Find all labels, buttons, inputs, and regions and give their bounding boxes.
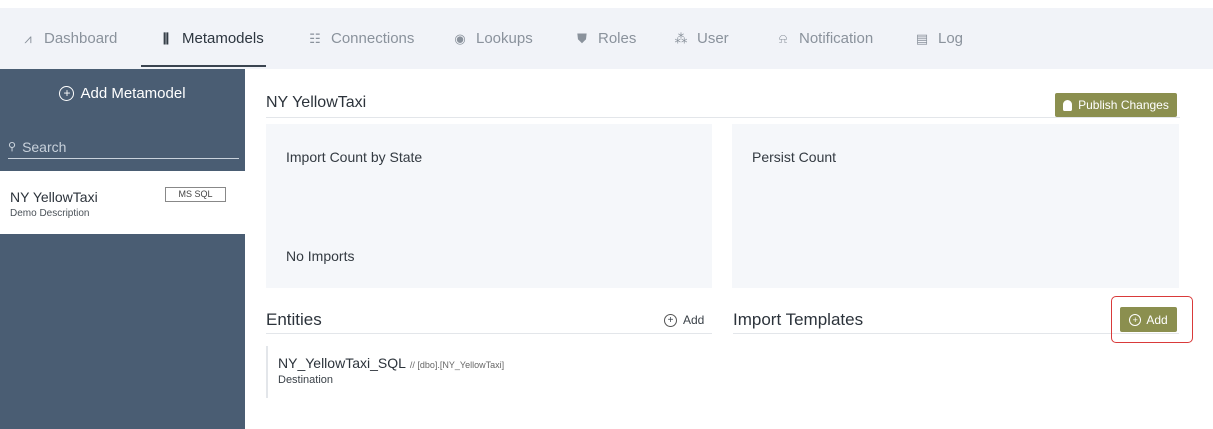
nav-item-label: Roles (598, 30, 637, 47)
nav-item-user[interactable]: ⁂ User (673, 8, 729, 69)
page-title: NY YellowTaxi (266, 94, 367, 111)
document-icon: ▤ (915, 30, 929, 46)
metamodel-name: NY YellowTaxi (10, 189, 98, 205)
add-entity-label: Add (683, 313, 705, 327)
users-icon: ⁂ (674, 30, 688, 46)
add-metamodel-label: Add Metamodel (80, 85, 186, 102)
lightbulb-icon (1063, 99, 1073, 111)
panel-title: Persist Count (752, 149, 837, 165)
search-box: ⚲ (8, 135, 239, 159)
chart-icon: ⩘ (24, 30, 32, 46)
nav-item-label: Connections (331, 30, 415, 47)
nav-item-metamodels[interactable]: ⫼ Metamodels (158, 8, 264, 69)
add-import-template-label: Add (1146, 312, 1168, 327)
import-templates-heading: Import Templates (733, 310, 864, 329)
plus-circle-icon: + (664, 313, 677, 327)
panel-title: Import Count by State (286, 149, 423, 165)
nav-item-label: Notification (799, 30, 874, 47)
nav-item-label: User (697, 30, 729, 47)
nav-item-roles[interactable]: ⛊ Roles (574, 8, 636, 69)
nav-item-label: Dashboard (44, 30, 118, 47)
nav-item-label: Metamodels (182, 30, 264, 47)
entity-path: // [dbo].[NY_YellowTaxi] (409, 360, 505, 370)
entity-name: NY_YellowTaxi_SQL (278, 355, 406, 371)
entities-heading: Entities (266, 310, 322, 329)
publish-changes-button[interactable]: Publish Changes (1055, 93, 1177, 117)
nav-item-connections[interactable]: ☷ Connections (307, 8, 414, 69)
add-entity-button[interactable]: + Add (664, 313, 704, 327)
entity-type: Destination (278, 374, 334, 386)
publish-label: Publish Changes (1078, 98, 1169, 112)
plus-circle-icon: + (1129, 313, 1142, 326)
top-navigation: ⩘ Dashboard ⫼ Metamodels ☷ Connections ◉… (0, 8, 1213, 69)
plus-circle-icon: + (59, 86, 75, 101)
empty-state-text: No Imports (286, 248, 355, 264)
connections-icon: ☷ (309, 30, 321, 46)
entity-list-item[interactable]: NY_YellowTaxi_SQL// [dbo].[NY_YellowTaxi… (266, 346, 712, 398)
shield-icon: ⛊ (577, 30, 587, 46)
entities-divider (266, 333, 712, 334)
search-icon: ⚲ (8, 141, 17, 153)
nav-item-dashboard[interactable]: ⩘ Dashboard (20, 8, 117, 69)
active-tab-indicator (141, 65, 266, 67)
sidebar: + Add Metamodel ⚲ NY YellowTaxi Demo Desc… (0, 69, 245, 429)
add-import-template-button[interactable]: + Add (1120, 307, 1177, 332)
nav-item-label: Log (938, 30, 964, 47)
books-icon: ⫼ (163, 30, 169, 46)
metamodel-list-item[interactable]: NY YellowTaxi Demo Description MS SQL (0, 171, 245, 234)
eye-icon: ◉ (454, 30, 466, 46)
db-type-badge: MS SQL (165, 187, 226, 202)
title-divider (266, 117, 1180, 118)
entity-name-line: NY_YellowTaxi_SQL// [dbo].[NY_YellowTaxi… (278, 355, 504, 371)
metamodel-description: Demo Description (10, 208, 90, 219)
nav-item-label: Lookups (476, 30, 533, 47)
add-metamodel-button[interactable]: + Add Metamodel (0, 85, 245, 102)
bell-icon: ⍾ (778, 30, 788, 46)
nav-item-log[interactable]: ▤ Log (914, 8, 963, 69)
import-count-panel: Import Count by State No Imports (266, 124, 712, 288)
nav-item-lookups[interactable]: ◉ Lookups (452, 8, 533, 69)
search-input[interactable] (22, 138, 223, 155)
nav-item-notification[interactable]: ⍾ Notification (775, 8, 874, 69)
persist-count-panel: Persist Count (732, 124, 1179, 288)
